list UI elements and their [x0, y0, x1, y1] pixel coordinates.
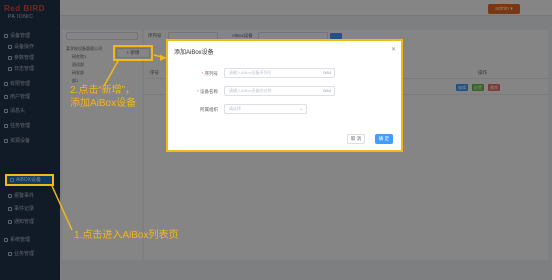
- chevron-down-icon: ⌄: [299, 106, 303, 111]
- step1-annotation: 1.点击进入AiBox列表页: [74, 230, 179, 241]
- confirm-button[interactable]: 确 定: [375, 134, 393, 144]
- close-icon[interactable]: ✕: [391, 46, 396, 53]
- serial-number-input[interactable]: 请输入AiBox设备序列号 0/64: [224, 68, 335, 78]
- dialog-title: 添加AiBox设备: [174, 50, 214, 56]
- serial-number-label: * 序列号: [201, 71, 218, 76]
- char-counter: 0/64: [323, 70, 331, 75]
- organization-select[interactable]: 请选择 ⌄: [224, 104, 307, 114]
- device-name-label: * 设备名称: [196, 89, 218, 94]
- char-counter: 0/64: [323, 88, 331, 93]
- aibox-menu-highlight: [5, 174, 54, 186]
- add-aibox-dialog: 添加AiBox设备 ✕ * 序列号 请输入AiBox设备序列号 0/64 * 设…: [166, 39, 403, 152]
- add-button-highlight: [113, 45, 153, 61]
- cancel-button[interactable]: 取 消: [347, 134, 365, 144]
- organization-label: 所属组织: [200, 107, 218, 112]
- step2-annotation: 2.点击“新增”， 添加AiBox设备: [70, 85, 137, 109]
- device-name-input[interactable]: 请输入AiBox设备的名称 0/64: [224, 86, 335, 96]
